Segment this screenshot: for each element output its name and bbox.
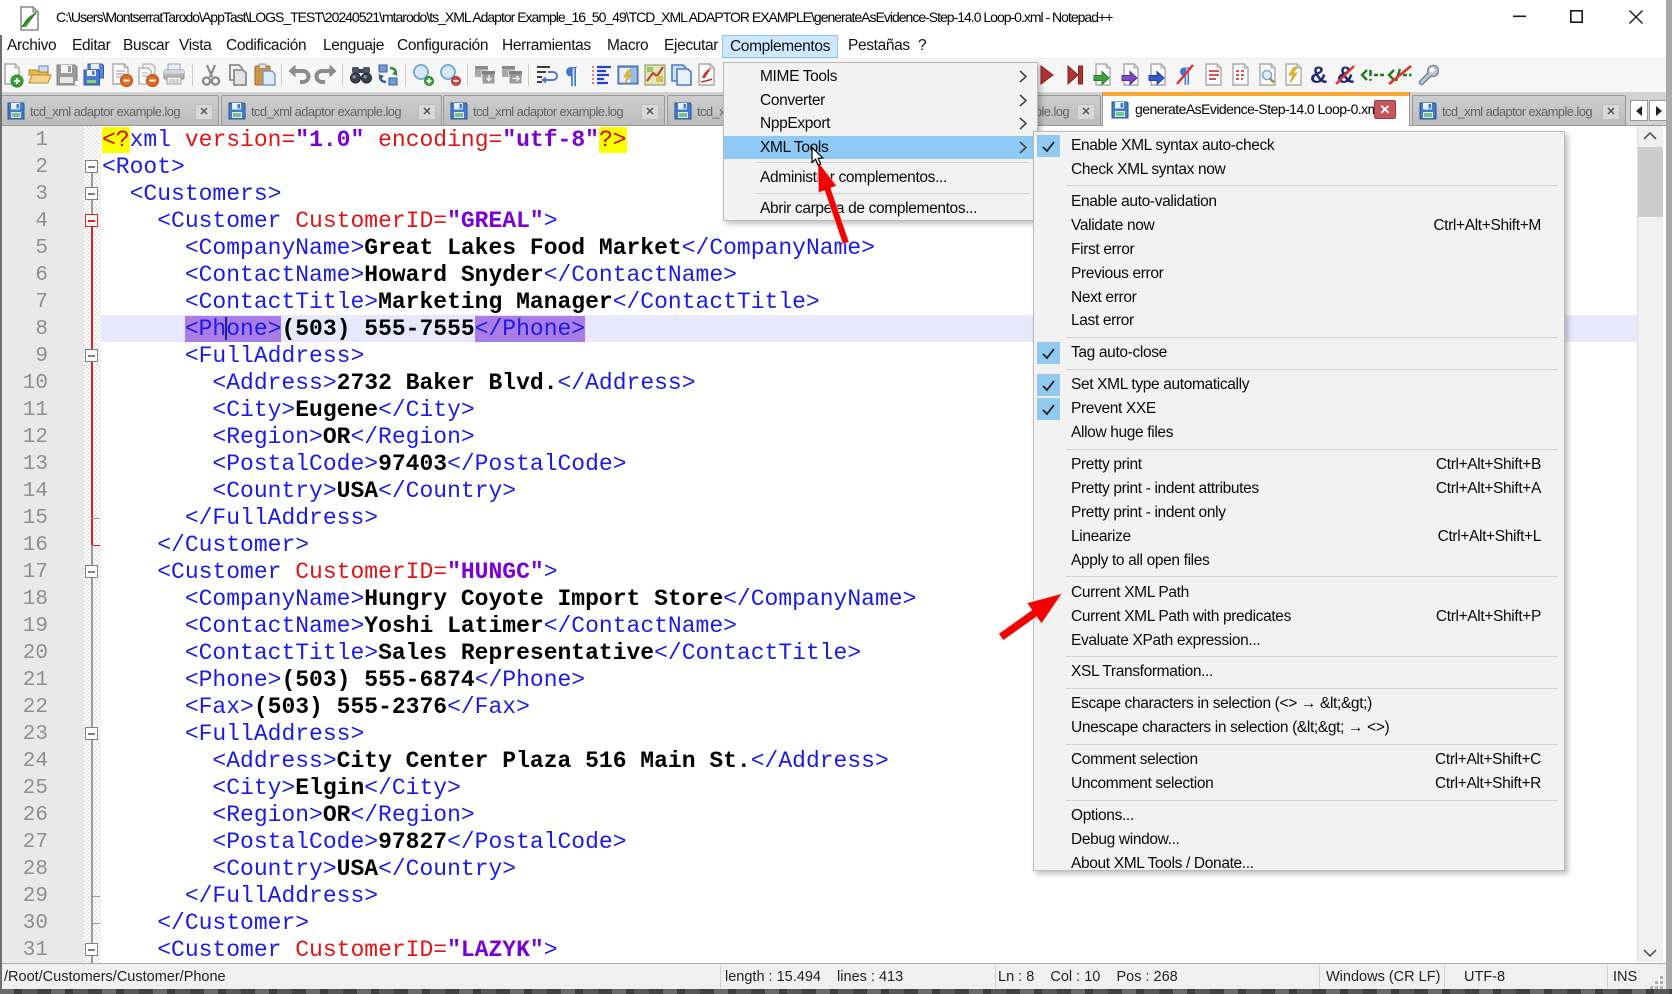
- svg-text:¶: ¶: [565, 63, 578, 88]
- svg-text:&: &: [1310, 62, 1327, 88]
